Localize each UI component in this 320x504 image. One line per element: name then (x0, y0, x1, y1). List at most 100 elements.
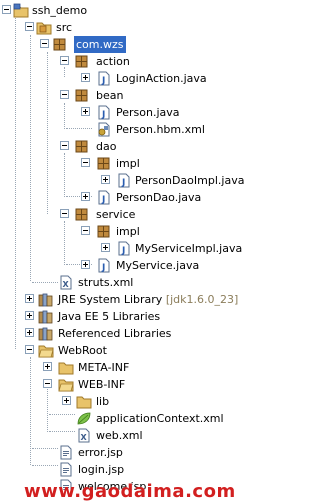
tree-node-package-dao-impl[interactable]: impl (0, 155, 256, 172)
tree-node-label: Person.hbm.xml (116, 123, 205, 136)
expand-toggle[interactable] (25, 311, 34, 320)
tree-node-package-com-wzs[interactable]: com.wzs (0, 36, 256, 53)
collapse-toggle[interactable] (40, 39, 49, 48)
expand-toggle[interactable] (43, 362, 52, 371)
collapse-toggle[interactable] (81, 158, 90, 167)
tree-node-file-myservice[interactable]: J MyService.java (0, 257, 256, 274)
tree-node-lib-referenced[interactable]: Referenced Libraries (0, 325, 256, 342)
folder-icon (76, 396, 92, 409)
tree-node-file-loginaction[interactable]: J LoginAction.java (0, 70, 256, 87)
tree-node-folder-metainf[interactable]: META-INF (0, 359, 256, 376)
tree-node-package-service[interactable]: service (0, 206, 256, 223)
expand-toggle[interactable] (25, 294, 34, 303)
svg-text:J: J (121, 246, 125, 256)
java-file-icon: J (98, 258, 110, 273)
tree-node-label: applicationContext.xml (96, 412, 224, 425)
tree-node-label: error.jsp (78, 446, 123, 459)
tree-node-label: struts.xml (78, 276, 134, 289)
svg-text:J: J (121, 178, 125, 188)
tree-node-file-myserviceimpl[interactable]: J MyServiceImpl.java (0, 240, 256, 257)
tree-node-label: WEB-INF (78, 378, 126, 391)
collapse-toggle[interactable] (60, 209, 69, 218)
tree-node-file-struts[interactable]: X struts.xml (0, 274, 256, 291)
tree-node-file-appcontext[interactable]: applicationContext.xml (0, 410, 256, 427)
package-icon (75, 208, 88, 221)
tree-node-label: bean (96, 89, 124, 102)
expand-toggle[interactable] (81, 260, 90, 269)
tree-node-folder-lib[interactable]: lib (0, 393, 256, 410)
tree-node-file-loginjsp[interactable]: login.jsp (0, 461, 256, 478)
tree-node-label: web.xml (96, 429, 143, 442)
tree-node-file-person-java[interactable]: J Person.java (0, 104, 256, 121)
source-folder-icon (36, 22, 52, 35)
jsp-file-icon (60, 462, 72, 477)
library-icon (38, 310, 53, 324)
tree-node-package-dao[interactable]: dao (0, 138, 256, 155)
tree-node-label: impl (116, 157, 140, 170)
xml-file-icon: X (60, 275, 72, 290)
java-file-icon: J (98, 190, 110, 205)
tree-node-label: LoginAction.java (116, 72, 207, 85)
svg-text:J: J (101, 110, 105, 120)
collapse-toggle[interactable] (81, 226, 90, 235)
tree-node-folder-webroot[interactable]: WebRoot (0, 342, 256, 359)
collapse-toggle[interactable] (60, 90, 69, 99)
java-file-icon: J (98, 71, 110, 86)
collapse-toggle[interactable] (25, 22, 34, 31)
expand-toggle[interactable] (101, 243, 110, 252)
collapse-toggle[interactable] (43, 379, 52, 388)
jsp-file-icon (60, 445, 72, 460)
library-icon (38, 293, 53, 307)
tree-node-file-person-hbm[interactable]: Person.hbm.xml (0, 121, 256, 138)
tree-node-package-service-impl[interactable]: impl (0, 223, 256, 240)
watermark: www.gaodaima.com (24, 481, 236, 502)
tree-node-label: Person.java (116, 106, 180, 119)
collapse-toggle[interactable] (2, 5, 11, 14)
package-icon (97, 157, 110, 170)
expand-toggle[interactable] (81, 107, 90, 116)
tree-node-lib-javaee[interactable]: Java EE 5 Libraries (0, 308, 256, 325)
collapse-toggle[interactable] (60, 56, 69, 65)
collapse-toggle[interactable] (60, 141, 69, 150)
svg-text:X: X (81, 433, 88, 442)
tree-node-label: lib (96, 395, 110, 408)
tree-node-package-action[interactable]: action (0, 53, 256, 70)
tree-node-label: action (96, 55, 130, 68)
tree-node-label: Referenced Libraries (58, 327, 172, 340)
tree-node-file-webxml[interactable]: X web.xml (0, 427, 256, 444)
tree-node-label: ssh_demo (32, 4, 88, 17)
tree-node-label: src (56, 21, 73, 34)
package-icon (97, 225, 110, 238)
library-name: JRE System Library (58, 293, 163, 306)
collapse-toggle[interactable] (25, 345, 34, 354)
expand-toggle[interactable] (25, 328, 34, 337)
expand-toggle[interactable] (101, 175, 110, 184)
tree-node-project[interactable]: ssh_demo (0, 2, 256, 19)
tree-node-file-errorjsp[interactable]: error.jsp (0, 444, 256, 461)
package-icon (75, 89, 88, 102)
tree-node-folder-webinf[interactable]: WEB-INF (0, 376, 256, 393)
project-folder-icon (13, 3, 29, 18)
tree-node-package-bean[interactable]: bean (0, 87, 256, 104)
tree-node-label: MyService.java (116, 259, 200, 272)
tree-node-label: PersonDao.java (116, 191, 202, 204)
expand-toggle[interactable] (81, 192, 90, 201)
tree-node-label: login.jsp (78, 463, 125, 476)
package-explorer-tree: ssh_demo src com.wzs action J LoginActio… (0, 0, 256, 504)
hibernate-mapping-icon (98, 122, 110, 137)
java-file-icon: J (118, 241, 130, 256)
expand-toggle[interactable] (81, 73, 90, 82)
folder-icon (58, 362, 74, 375)
tree-node-label: PersonDaoImpl.java (135, 174, 245, 187)
svg-text:J: J (101, 195, 105, 205)
tree-node-file-persondao[interactable]: J PersonDao.java (0, 189, 256, 206)
tree-node-src[interactable]: src (0, 19, 256, 36)
tree-node-label: WebRoot (58, 344, 107, 357)
library-version: [jdk1.6.0_23] (165, 293, 239, 306)
tree-node-lib-jre[interactable]: JRE System Library [jdk1.6.0_23] (0, 291, 256, 308)
expand-toggle[interactable] (62, 396, 71, 405)
svg-text:X: X (63, 280, 70, 289)
tree-node-label: Java EE 5 Libraries (58, 310, 161, 323)
tree-node-file-persondaoimpl[interactable]: J PersonDaoImpl.java (0, 172, 256, 189)
svg-text:J: J (101, 263, 105, 273)
